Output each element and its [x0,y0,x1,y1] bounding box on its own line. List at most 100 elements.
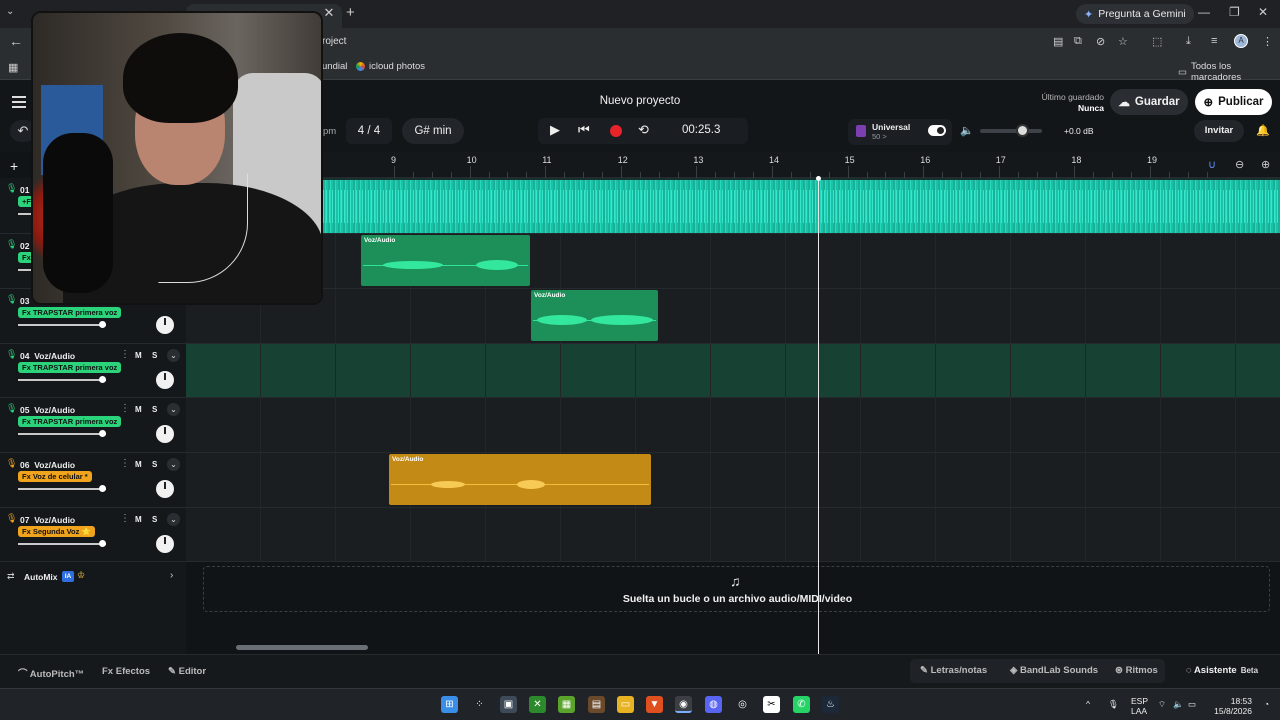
game-launcher-icon[interactable]: ▤ [588,696,605,713]
slider-knob[interactable] [99,540,106,547]
track-header[interactable]: 🎙 06 Voz/Audio Fx Voz de celular * ⋮ M S ⌄ [0,453,186,508]
notification-icon[interactable]: ◔ [1264,699,1269,709]
url-text[interactable]: roject [322,36,346,47]
profile-avatar[interactable]: A [1234,34,1248,48]
track-lane-2[interactable] [186,234,1280,289]
microphone-icon[interactable]: 🎙 [6,239,17,250]
speaker-icon[interactable]: 🔈 [960,124,974,137]
windows-start-icon[interactable]: ⊞ [441,696,458,713]
audio-clip[interactable]: Voz/Audio [361,235,530,286]
reading-list-icon[interactable]: ▤ [1053,35,1063,48]
extensions-icon[interactable]: ⬚ [1152,35,1162,48]
solo-button[interactable]: S [152,515,157,524]
solo-button[interactable]: S [152,460,157,469]
track-volume-slider[interactable] [18,540,106,547]
microphone-icon[interactable]: 🎙 [6,183,17,194]
fx-chain-badge[interactable]: Fx Voz de celular * [18,471,92,482]
universal-toggle[interactable] [928,125,946,136]
publish-button[interactable]: ⊕ Publicar [1195,89,1272,115]
editor-button[interactable]: ✎ Editor [168,666,206,677]
chevron-down-icon[interactable]: ⌄ [167,458,180,471]
fx-chain-badge[interactable]: Fx Segunda Voz ⭐ [18,526,95,537]
invite-button[interactable]: Invitar [1194,120,1244,142]
track-title[interactable]: 05 Voz/Audio [20,405,75,415]
chevron-down-icon[interactable]: ⌄ [167,513,180,526]
pan-knob[interactable] [156,316,174,334]
bookmark-star-icon[interactable]: ☆ [1118,35,1128,48]
fx-chain-badge[interactable]: Fx TRAPSTAR primera voz [18,307,122,318]
track-title[interactable]: 04 Voz/Audio [20,351,75,361]
volume-knob[interactable] [1016,124,1029,137]
widgets-icon[interactable]: ⁘ [471,696,488,713]
bpm-unit[interactable]: pm [323,126,336,137]
back-icon[interactable]: ← [9,33,23,49]
bookmark-item[interactable]: undial [322,61,347,72]
playhead[interactable] [816,176,821,654]
whatsapp-icon[interactable]: ✆ [793,696,810,713]
track-lane-5[interactable] [186,398,1280,453]
file-explorer-icon[interactable]: ▭ [617,696,634,713]
drop-zone[interactable]: ♫ Suelta un bucle o un archivo audio/MID… [203,566,1270,612]
automix-row[interactable]: ⇄ AutoMix IA ♔ › [0,562,186,592]
zoom-in-icon[interactable]: ⊕ [1261,158,1270,171]
assistant-button[interactable]: ◌ Asistente Beta [1186,665,1258,676]
language-indicator[interactable]: ESP LAA [1131,696,1148,716]
audio-waveform-track1[interactable] [323,180,1280,233]
steam-icon[interactable]: ♨ [822,696,839,713]
zoom-out-icon[interactable]: ⊖ [1235,158,1244,171]
track-volume-slider[interactable] [18,485,106,492]
kebab-menu-icon[interactable]: ⋮ [1262,35,1273,48]
volume-tray-icon[interactable]: 🔈 [1173,699,1184,709]
track-header[interactable]: 🎙 05 Voz/Audio Fx TRAPSTAR primera voz ⋮ M S ⌄ [0,398,186,453]
effects-button[interactable]: Fx Efectos [102,666,150,677]
track-menu-icon[interactable]: ⋮ [120,349,130,360]
play-icon[interactable]: ▶ [550,122,560,138]
chevron-down-icon[interactable]: ⌄ [167,403,180,416]
track-title[interactable]: 03 [20,296,32,306]
tab-search-icon[interactable]: ⌄ [6,6,14,17]
mute-button[interactable]: M [135,405,142,414]
minecraft-icon[interactable]: ▦ [558,696,575,713]
minimize-icon[interactable]: — [1198,5,1210,19]
track-lane-7[interactable] [186,508,1280,562]
track-header[interactable]: 🎙 07 Voz/Audio Fx Segunda Voz ⭐ ⋮ M S ⌄ [0,508,186,562]
battery-icon[interactable]: ▭ [1188,699,1196,709]
tray-chevron-icon[interactable]: ^ [1086,699,1090,709]
slider-knob[interactable] [99,485,106,492]
master-volume-slider[interactable] [980,124,1042,137]
clock[interactable]: 18:53 15/8/2026 [1214,696,1252,716]
close-tab-icon[interactable]: ✕ [322,5,336,21]
autopitch-button[interactable]: ⌒ AutoPitch™ [18,666,84,680]
horizontal-scrollbar[interactable] [236,645,368,650]
bell-icon[interactable]: 🔔 [1256,124,1270,137]
bookmark-item[interactable]: icloud photos [356,61,425,72]
skip-back-icon[interactable]: ⏮ [578,122,590,138]
slider-knob[interactable] [99,376,106,383]
mute-button[interactable]: M [135,515,142,524]
gemini-button[interactable]: ✦ Pregunta a Gemini [1076,4,1194,24]
chevron-right-icon[interactable]: › [170,570,173,581]
add-track-icon[interactable]: + [10,158,18,174]
hamburger-menu-icon[interactable] [12,96,26,108]
solo-button[interactable]: S [152,351,157,360]
microphone-icon[interactable]: 🎙 [6,349,17,360]
capcut-icon[interactable]: ✂ [763,696,780,713]
download-icon[interactable]: ⤓ [1186,35,1191,48]
discord-icon[interactable]: ◍ [705,696,722,713]
fx-chain-badge[interactable]: Fx TRAPSTAR primera voz [18,416,122,427]
bandlab-sounds-button[interactable]: ◈ BandLab Sounds [1010,665,1098,676]
mic-tray-icon[interactable]: 🎙 [1108,699,1119,709]
apps-grid-icon[interactable]: ▦ [8,61,18,74]
pan-knob[interactable] [156,480,174,498]
track-volume-slider[interactable] [18,430,106,437]
brave-icon[interactable]: ▼ [646,696,663,713]
maximize-icon[interactable]: ❐ [1229,5,1240,19]
cast-icon[interactable]: ⧉ [1074,35,1082,48]
chevron-down-icon[interactable]: ⌄ [167,349,180,362]
microphone-icon[interactable]: 🎙 [6,458,17,469]
pan-knob[interactable] [156,371,174,389]
timeline-ruler[interactable]: 9 10 11 12 13 14 15 16 17 18 19 [186,152,1280,178]
microphone-icon[interactable]: 🎙 [6,403,17,414]
magnet-icon[interactable]: ∪ [1208,158,1216,171]
eye-off-icon[interactable]: ⊘ [1096,35,1105,48]
